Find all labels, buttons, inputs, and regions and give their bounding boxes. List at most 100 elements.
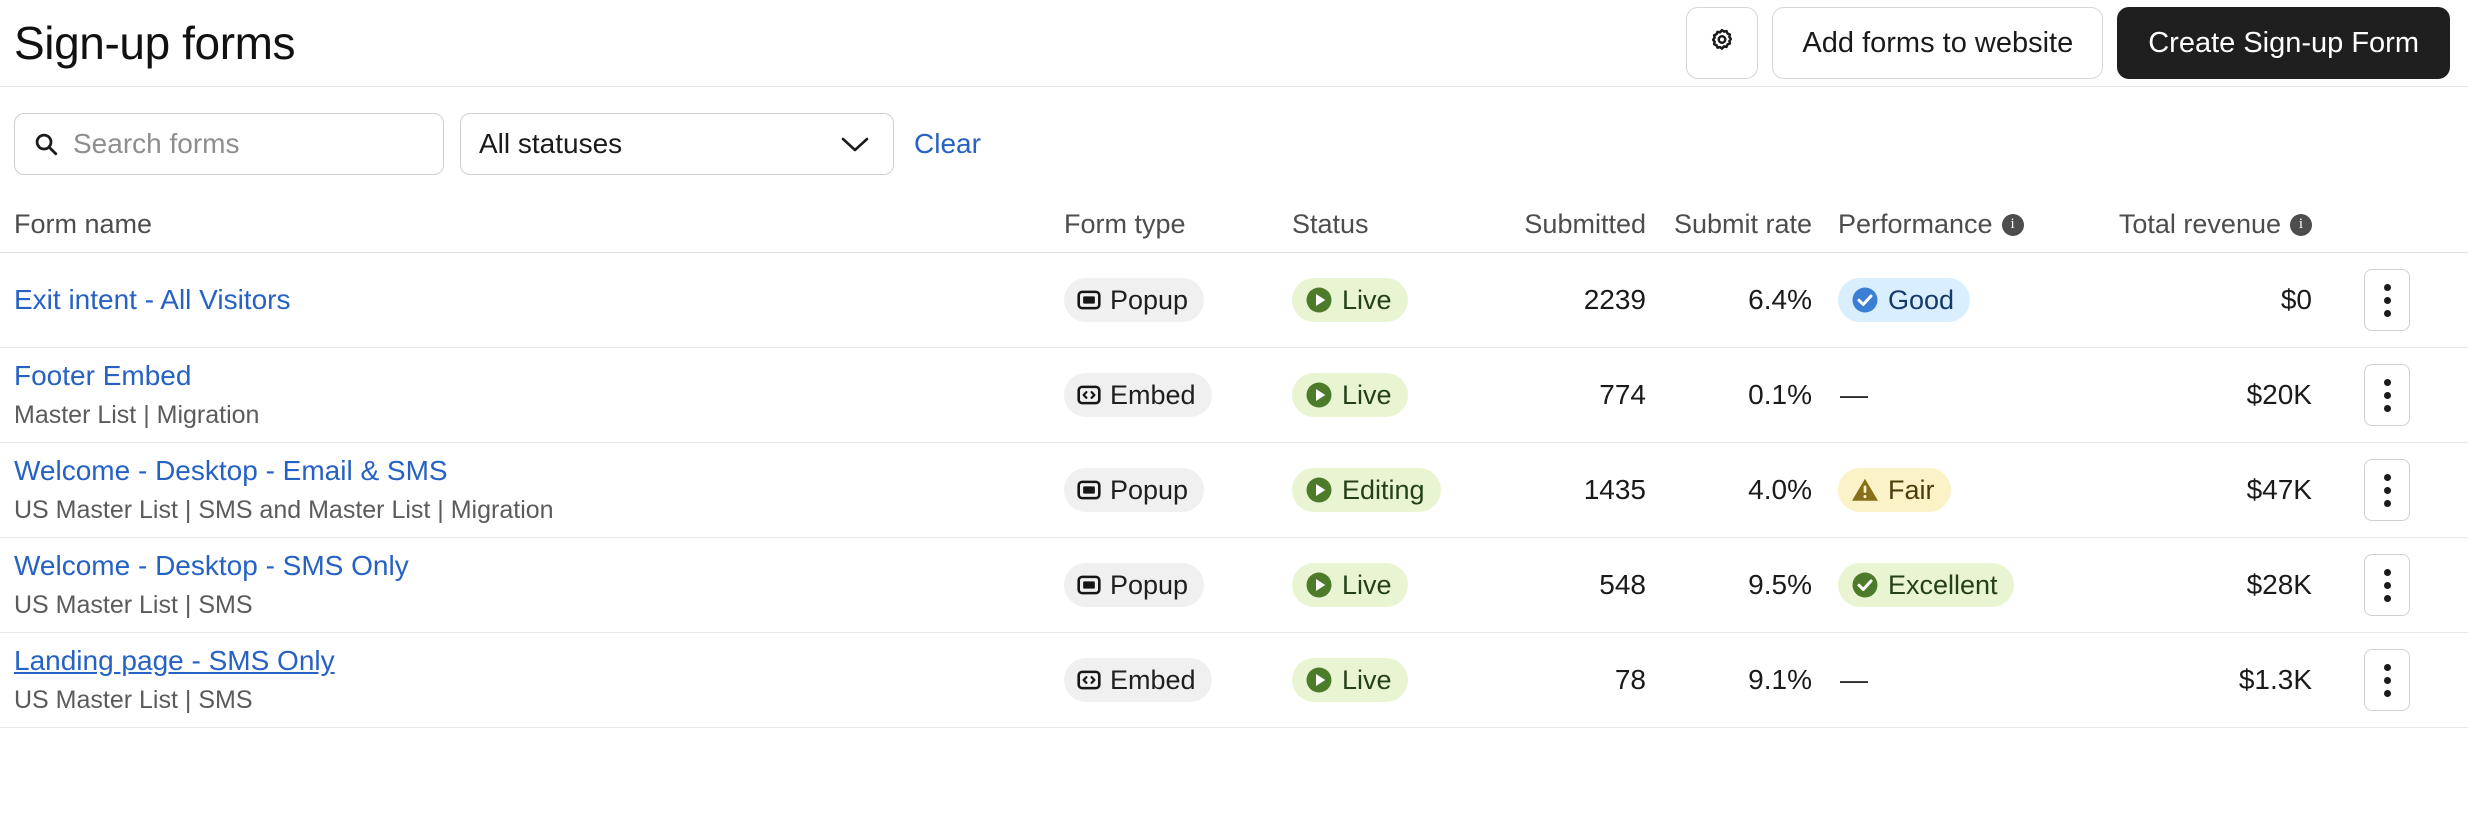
cell-submitted: 1435 — [1470, 474, 1646, 506]
cell-performance: — — [1812, 664, 2080, 696]
popup-icon — [1076, 477, 1102, 503]
check-circle-icon — [1850, 285, 1880, 315]
cell-form-type: Embed — [1064, 373, 1292, 417]
chevron-down-icon — [839, 134, 871, 154]
form-type-badge: Popup — [1064, 563, 1204, 607]
status-label: Live — [1342, 665, 1392, 696]
table-row[interactable]: Landing page - SMS Only US Master List |… — [0, 633, 2468, 728]
column-header-total-revenue: Total revenue i — [2080, 209, 2312, 240]
table-row[interactable]: Exit intent - All Visitors Popup Live 22… — [0, 253, 2468, 348]
status-filter-value: All statuses — [479, 128, 622, 160]
cell-form-type: Embed — [1064, 658, 1292, 702]
cell-actions — [2312, 554, 2410, 616]
cell-status: Live — [1292, 563, 1470, 607]
cell-status: Live — [1292, 658, 1470, 702]
info-icon[interactable]: i — [2290, 214, 2312, 236]
cell-form-name: Footer Embed Master List | Migration — [14, 360, 1064, 430]
form-type-label: Embed — [1110, 380, 1196, 411]
form-type-badge: Embed — [1064, 658, 1212, 702]
form-lists-subtitle: Master List | Migration — [14, 401, 1064, 430]
column-header-total-revenue-label: Total revenue — [2119, 209, 2281, 240]
form-name-link[interactable]: Landing page - SMS Only — [14, 645, 335, 677]
gear-icon — [1707, 27, 1737, 60]
kebab-dot — [2384, 690, 2391, 697]
page-header: Sign-up forms Add forms to website Creat… — [0, 0, 2468, 86]
cell-form-type: Popup — [1064, 278, 1292, 322]
kebab-dot — [2384, 487, 2391, 494]
status-badge: Editing — [1292, 468, 1441, 512]
kebab-dot — [2384, 664, 2391, 671]
cell-form-type: Popup — [1064, 563, 1292, 607]
status-badge: Live — [1292, 658, 1408, 702]
status-label: Live — [1342, 380, 1392, 411]
header-actions: Add forms to website Create Sign-up Form — [1686, 7, 2450, 79]
add-forms-to-website-button[interactable]: Add forms to website — [1772, 7, 2103, 79]
cell-actions — [2312, 269, 2410, 331]
popup-icon — [1076, 287, 1102, 313]
warning-triangle-icon — [1850, 475, 1880, 505]
cell-performance: — — [1812, 379, 2080, 411]
play-circle-icon — [1304, 570, 1334, 600]
play-circle-icon — [1304, 380, 1334, 410]
cell-form-name: Welcome - Desktop - SMS Only US Master L… — [14, 550, 1064, 620]
kebab-dot — [2384, 677, 2391, 684]
cell-total-revenue: $28K — [2080, 569, 2312, 601]
page-title: Sign-up forms — [14, 20, 295, 66]
search-forms-field[interactable] — [14, 113, 444, 175]
kebab-dot — [2384, 379, 2391, 386]
cell-submitted: 78 — [1470, 664, 1646, 696]
table-row[interactable]: Welcome - Desktop - Email & SMS US Maste… — [0, 443, 2468, 538]
row-actions-menu-button[interactable] — [2364, 554, 2410, 616]
cell-actions — [2312, 364, 2410, 426]
performance-badge: Good — [1838, 278, 1970, 322]
row-actions-menu-button[interactable] — [2364, 364, 2410, 426]
form-lists-subtitle: US Master List | SMS — [14, 686, 1064, 715]
search-input[interactable] — [71, 127, 401, 161]
performance-empty: — — [1838, 379, 1868, 411]
column-header-status: Status — [1292, 209, 1470, 240]
cell-submit-rate: 0.1% — [1646, 379, 1812, 411]
status-label: Live — [1342, 285, 1392, 316]
status-filter-select[interactable]: All statuses — [460, 113, 894, 175]
form-name-link[interactable]: Exit intent - All Visitors — [14, 284, 290, 316]
table-row[interactable]: Welcome - Desktop - SMS Only US Master L… — [0, 538, 2468, 633]
status-badge: Live — [1292, 563, 1408, 607]
form-name-link[interactable]: Welcome - Desktop - Email & SMS — [14, 455, 448, 487]
status-badge: Live — [1292, 373, 1408, 417]
search-icon — [33, 131, 59, 157]
kebab-dot — [2384, 582, 2391, 589]
cell-actions — [2312, 649, 2410, 711]
column-header-submitted: Submitted — [1470, 209, 1646, 240]
form-type-badge: Popup — [1064, 468, 1204, 512]
form-name-link[interactable]: Footer Embed — [14, 360, 191, 392]
cell-total-revenue: $0 — [2080, 284, 2312, 316]
cell-form-name: Landing page - SMS Only US Master List |… — [14, 645, 1064, 715]
cell-submit-rate: 4.0% — [1646, 474, 1812, 506]
info-icon[interactable]: i — [2002, 214, 2024, 236]
embed-code-icon — [1076, 667, 1102, 693]
row-actions-menu-button[interactable] — [2364, 459, 2410, 521]
column-header-form-name: Form name — [14, 209, 1064, 240]
cell-status: Live — [1292, 373, 1470, 417]
settings-button[interactable] — [1686, 7, 1758, 79]
table-header-row: Form name Form type Status Submitted Sub… — [0, 197, 2468, 253]
clear-filters-link[interactable]: Clear — [914, 128, 981, 160]
cell-form-name: Exit intent - All Visitors — [14, 284, 1064, 316]
cell-form-name: Welcome - Desktop - Email & SMS US Maste… — [14, 455, 1064, 525]
form-type-label: Embed — [1110, 665, 1196, 696]
row-actions-menu-button[interactable] — [2364, 269, 2410, 331]
form-name-link[interactable]: Welcome - Desktop - SMS Only — [14, 550, 409, 582]
popup-icon — [1076, 572, 1102, 598]
kebab-dot — [2384, 284, 2391, 291]
cell-submit-rate: 6.4% — [1646, 284, 1812, 316]
cell-actions — [2312, 459, 2410, 521]
cell-form-type: Popup — [1064, 468, 1292, 512]
kebab-dot — [2384, 474, 2391, 481]
cell-performance: Good — [1812, 278, 2080, 322]
row-actions-menu-button[interactable] — [2364, 649, 2410, 711]
table-row[interactable]: Footer Embed Master List | Migration Emb… — [0, 348, 2468, 443]
create-signup-form-button[interactable]: Create Sign-up Form — [2117, 7, 2450, 79]
cell-status: Live — [1292, 278, 1470, 322]
kebab-dot — [2384, 405, 2391, 412]
column-header-form-type: Form type — [1064, 209, 1292, 240]
